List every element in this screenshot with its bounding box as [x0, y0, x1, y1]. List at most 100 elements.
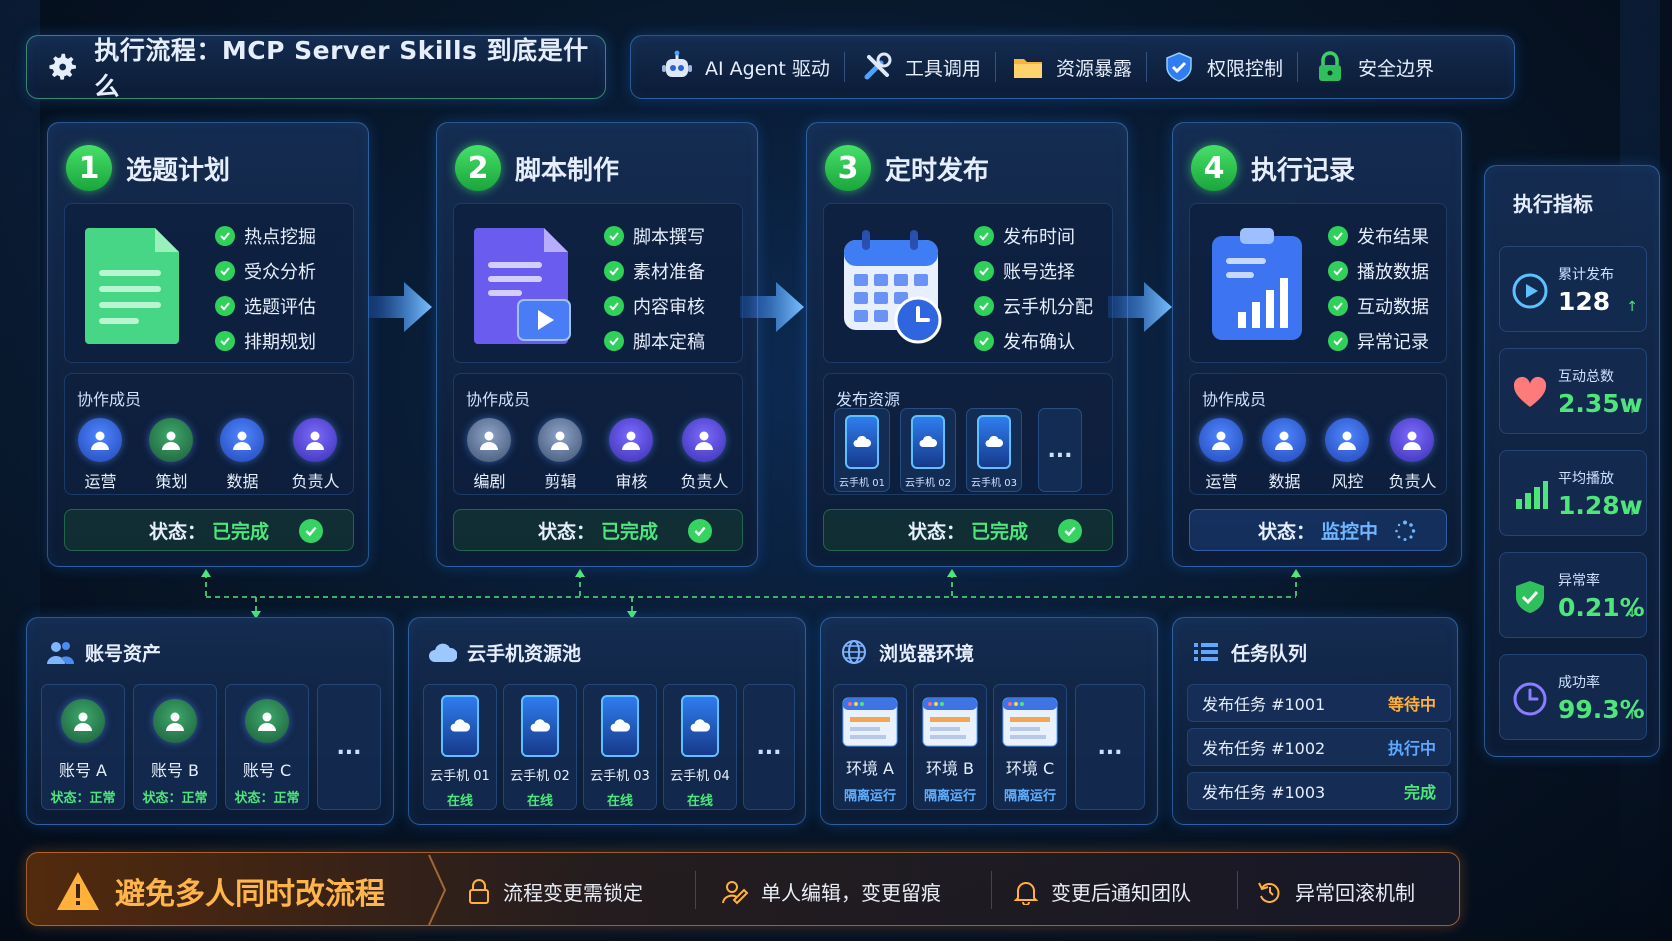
tag-tools: 工具调用: [845, 49, 995, 85]
cloud-icon: [429, 643, 457, 662]
user-icon: [467, 418, 512, 462]
check-item: 异常记录: [1328, 323, 1429, 358]
step-card-schedule: 3 定时发布 发布时间 账号选择 云手机分配 发布确认 发布资源 云手机 01 …: [806, 122, 1128, 567]
phone-resource[interactable]: 云手机 02: [900, 408, 956, 492]
tools-icon: [864, 52, 892, 80]
metric-card: 互动总数 2.35w ↑: [1499, 348, 1647, 434]
step-number: 2: [455, 145, 501, 191]
warning-icon: [57, 872, 99, 910]
check-item: 排期规划: [215, 323, 316, 358]
bell-icon: [1013, 881, 1039, 905]
document-icon: [85, 228, 179, 344]
cloud-phone-card[interactable]: 云手机 02 在线: [503, 684, 577, 810]
warning-title: 避免多人同时改流程: [115, 877, 385, 912]
browser-env-card[interactable]: 环境 A 隔离运行: [833, 684, 907, 810]
user-icon: [78, 418, 123, 462]
user-icon: [1262, 418, 1307, 462]
tag-label: 资源暴露: [1055, 57, 1132, 80]
step-number: 4: [1191, 145, 1237, 191]
step-title: 定时发布: [885, 155, 990, 186]
account-card[interactable]: 账号 B 状态：正常: [133, 684, 217, 810]
more-button[interactable]: ...: [317, 684, 381, 810]
browser-env-panel: 浏览器环境 环境 A 隔离运行 环境 B 隔离运行 环境 C 隔离运行 ...: [820, 617, 1158, 825]
member-avatar[interactable]: 策划: [149, 418, 194, 492]
check-item: 发布时间: [974, 218, 1093, 253]
check-icon: [974, 260, 994, 281]
browser-window-icon: [922, 697, 978, 747]
tag-label: 工具调用: [904, 57, 981, 80]
phone-resource[interactable]: 云手机 03: [966, 408, 1022, 492]
more-button[interactable]: ...: [1075, 684, 1145, 810]
member-avatar[interactable]: 剪辑: [538, 418, 583, 492]
task-row[interactable]: 发布任务 #1001 等待中: [1187, 684, 1451, 722]
divider: [1237, 871, 1238, 909]
phone-resource[interactable]: 云手机 01: [834, 408, 890, 492]
tag-label: 安全边界: [1357, 57, 1434, 80]
cloud-phone-card[interactable]: 云手机 04 在线: [663, 684, 737, 810]
browser-env-card[interactable]: 环境 C 隔离运行: [993, 684, 1067, 810]
panel-title: 浏览器环境: [879, 642, 975, 665]
tag-security: 安全边界: [1298, 49, 1448, 85]
warning-item: 变更后通知团队: [1013, 877, 1191, 906]
check-icon: [215, 225, 235, 246]
page-title-bar: 执行流程：MCP Server Skills 到底是什么: [26, 35, 606, 101]
check-item: 账号选择: [974, 253, 1093, 288]
panel-title: 任务队列: [1231, 642, 1308, 665]
check-icon: [215, 260, 235, 281]
cloud-phone-pool-panel: 云手机资源池 云手机 01 在线 云手机 02 在线 云手机 03 在线 云手机 04…: [408, 617, 806, 825]
members-label: 协作成员: [466, 390, 531, 409]
user-icon: [293, 418, 338, 462]
check-icon: [974, 295, 994, 316]
browser-env-card[interactable]: 环境 B 隔离运行: [913, 684, 987, 810]
calendar-clock-icon: [844, 230, 942, 344]
more-button[interactable]: ...: [743, 684, 795, 810]
check-item: 受众分析: [215, 253, 316, 288]
task-status: 执行中: [1387, 739, 1436, 758]
more-button[interactable]: ...: [1038, 408, 1082, 492]
account-card[interactable]: 账号 A 状态：正常: [41, 684, 125, 810]
step-card-script: 2 脚本制作 脚本撰写 素材准备 内容审核 脚本定稿 协作成员 编剧 剪辑 审核…: [436, 122, 758, 567]
clock-icon: [1513, 682, 1547, 716]
check-icon: [1328, 330, 1348, 351]
check-item: 播放数据: [1328, 253, 1429, 288]
member-avatar[interactable]: 运营: [78, 418, 123, 492]
check-item: 互动数据: [1328, 288, 1429, 323]
users-icon: [47, 642, 75, 664]
member-avatar[interactable]: 编剧: [467, 418, 512, 492]
cloud-phone-card[interactable]: 云手机 01 在线: [423, 684, 497, 810]
member-avatar[interactable]: 负责人: [680, 418, 728, 492]
metric-card: 异常率 0.21% ↓: [1499, 552, 1647, 638]
task-status: 等待中: [1387, 695, 1436, 714]
clipboard-chart-icon: [1212, 228, 1302, 340]
step-card-record: 4 执行记录 发布结果 播放数据 互动数据 异常记录 协作成员 运营 数据 风控…: [1172, 122, 1462, 567]
member-avatar[interactable]: 审核: [609, 418, 654, 492]
check-item: 素材准备: [604, 253, 705, 288]
member-avatar[interactable]: 负责人: [291, 418, 339, 492]
check-icon: [604, 295, 624, 316]
bar-chart-icon: [1516, 481, 1548, 509]
member-avatar[interactable]: 数据: [1262, 418, 1307, 492]
account-card[interactable]: 账号 C 状态：正常: [225, 684, 309, 810]
check-item: 发布确认: [974, 323, 1093, 358]
member-avatar[interactable]: 数据: [220, 418, 265, 492]
task-row[interactable]: 发布任务 #1002 执行中: [1187, 728, 1451, 766]
metric-card: 平均播放 1.28w ↑: [1499, 450, 1647, 536]
folder-icon: [1013, 59, 1042, 78]
cloud-phone-card[interactable]: 云手机 03 在线: [583, 684, 657, 810]
check-icon: [1328, 260, 1348, 281]
lock-icon: [1318, 51, 1341, 81]
check-icon: [604, 225, 624, 246]
lock-icon: [469, 878, 489, 904]
warning-item: 异常回滚机制: [1257, 877, 1415, 906]
member-avatar[interactable]: 风控: [1325, 418, 1370, 492]
member-avatar[interactable]: 运营: [1199, 418, 1244, 492]
panel-title: 执行指标: [1513, 192, 1593, 216]
status-badge: 状态： 已完成: [823, 509, 1113, 551]
check-item: 脚本撰写: [604, 218, 705, 253]
divider: [991, 871, 992, 909]
step-number: 3: [825, 145, 871, 191]
task-row[interactable]: 发布任务 #1003 完成: [1187, 772, 1451, 810]
member-avatar[interactable]: 负责人: [1388, 418, 1436, 492]
user-edit-icon: [722, 880, 749, 904]
shield-check-icon: [1516, 581, 1544, 613]
